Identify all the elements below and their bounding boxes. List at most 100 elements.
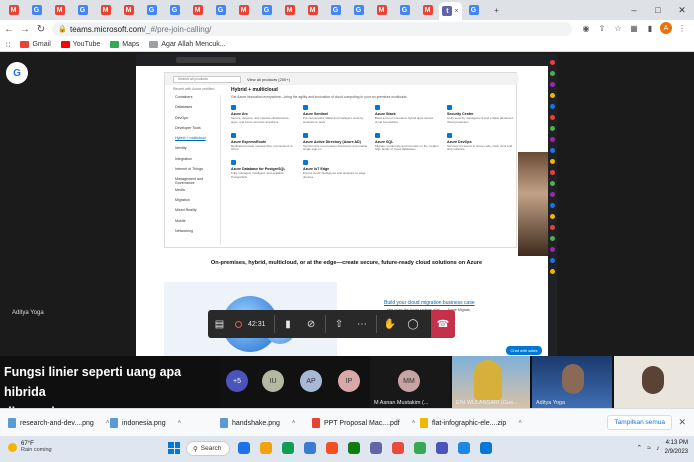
taskbar-app-icon[interactable]	[458, 442, 470, 454]
participant-avatar[interactable]: IP	[338, 370, 360, 392]
rail-app-icon[interactable]	[550, 170, 555, 175]
camera-icon[interactable]: ▮	[277, 310, 300, 338]
category-item[interactable]: Management and Governance	[171, 177, 220, 187]
participant-tile[interactable]: MM M Asnan Mustakim (...	[370, 356, 450, 408]
bookmark-item[interactable]: YouTube	[60, 41, 100, 48]
category-item[interactable]: Media	[171, 188, 220, 198]
browser-tab[interactable]: M	[48, 2, 71, 18]
browser-tab[interactable]: G	[209, 2, 232, 18]
show-all-downloads-button[interactable]: Tampilkan semua	[607, 415, 672, 430]
category-item[interactable]: Containers	[171, 95, 220, 105]
participant-tile[interactable]	[614, 356, 694, 408]
rail-app-icon[interactable]	[550, 269, 555, 274]
product-card[interactable]: Azure Sentinel Put cloud-native SIEM and …	[303, 105, 369, 125]
taskbar-app-icon[interactable]	[282, 442, 294, 454]
participant-avatar[interactable]: +5	[226, 370, 248, 392]
taskbar-app-icon[interactable]	[370, 442, 382, 454]
taskbar-app-icon[interactable]	[414, 442, 426, 454]
taskbar-app-icon[interactable]	[326, 442, 338, 454]
taskbar-app-icon[interactable]	[260, 442, 272, 454]
bookmark-star-icon[interactable]: ☆	[612, 24, 624, 33]
category-item[interactable]: DevOps	[171, 116, 220, 126]
rail-app-icon[interactable]	[550, 247, 555, 252]
browser-tab[interactable]: M	[186, 2, 209, 18]
category-item[interactable]: Mixed Reality	[171, 208, 220, 218]
participant-tile[interactable]: ENI WULANSARI (Gue...	[452, 356, 530, 408]
reload-icon[interactable]: ↻	[34, 22, 48, 36]
taskbar-app-icon[interactable]	[304, 442, 316, 454]
rail-app-icon[interactable]	[550, 181, 555, 186]
rail-app-icon[interactable]	[550, 258, 555, 263]
share-icon[interactable]: ⇧	[596, 24, 608, 33]
new-tab-icon[interactable]: +	[485, 2, 508, 18]
product-card[interactable]: Azure Stack Build and run innovative hybr…	[375, 105, 441, 125]
maximize-icon[interactable]: □	[646, 0, 670, 20]
weather-widget[interactable]: 67°F Rain coming	[8, 441, 52, 453]
rail-app-icon[interactable]	[550, 60, 555, 65]
bookmark-item[interactable]: Gmail	[20, 41, 51, 48]
browser-tab[interactable]: M	[278, 2, 301, 18]
browser-tab-active[interactable]: t ×	[439, 2, 462, 20]
category-item[interactable]: Databases	[171, 105, 220, 115]
category-item[interactable]: Identity	[171, 146, 220, 156]
chat-with-sales-button[interactable]: Chat with sales	[506, 346, 542, 355]
browser-tab[interactable]: M	[2, 2, 25, 18]
sidepanel-icon[interactable]: ▮	[644, 24, 656, 33]
category-item[interactable]: Integration	[171, 157, 220, 167]
product-card[interactable]: Azure Database for PostgreSQL Fully manag…	[231, 160, 297, 180]
rail-app-icon[interactable]	[550, 203, 555, 208]
chevron-up-icon[interactable]: ˄	[178, 420, 182, 426]
browser-tab[interactable]: M	[301, 2, 324, 18]
tab-close-icon[interactable]: ×	[454, 8, 458, 15]
view-all-link[interactable]: View all products (200+)	[247, 77, 290, 82]
rail-app-icon[interactable]	[550, 148, 555, 153]
rail-app-icon[interactable]	[550, 71, 555, 76]
close-shelf-icon[interactable]: ✕	[678, 417, 686, 428]
browser-tab[interactable]: G	[25, 2, 48, 18]
rail-app-icon[interactable]	[550, 236, 555, 241]
category-item[interactable]: Mobile	[171, 219, 220, 229]
product-card[interactable]: Azure Arc Secure, develop, and operate in…	[231, 105, 297, 125]
product-card[interactable]: Azure DevOps Services for teams to share …	[447, 132, 513, 153]
chevron-up-icon[interactable]: ˄	[518, 420, 522, 426]
browser-tab[interactable]: M	[232, 2, 255, 18]
participant-tile[interactable]: Aditya Yoga	[532, 356, 612, 408]
browser-tab[interactable]: G	[347, 2, 370, 18]
rail-app-icon[interactable]	[550, 126, 555, 131]
browser-tab[interactable]: M	[370, 2, 393, 18]
chat-icon[interactable]: ◯	[402, 310, 425, 338]
browser-tab[interactable]: M	[416, 2, 439, 18]
rail-app-icon[interactable]	[550, 82, 555, 87]
download-item[interactable]: flat-infographic-ele....zip ˄	[420, 417, 522, 429]
more-options-icon[interactable]: ⋯	[351, 310, 374, 338]
category-item[interactable]: Internet of Things	[171, 167, 220, 177]
taskbar-app-icon[interactable]	[238, 442, 250, 454]
product-card[interactable]: Azure Active Directory (Azure AD) Synchro…	[303, 132, 369, 153]
browser-tab[interactable]: G	[71, 2, 94, 18]
download-item[interactable]: research-and-dev....png ˄	[8, 417, 109, 429]
browser-tab[interactable]: G	[140, 2, 163, 18]
participant-avatar[interactable]: AP	[300, 370, 322, 392]
download-item[interactable]: PPT Proposal Mac....pdf ˄	[312, 417, 415, 429]
raise-hand-icon[interactable]: ✋	[379, 310, 402, 338]
apps-grid-icon[interactable]: ∷	[6, 41, 10, 49]
profile-avatar[interactable]: A	[660, 22, 672, 34]
rail-app-icon[interactable]	[550, 137, 555, 142]
taskbar-app-icon[interactable]	[348, 442, 360, 454]
product-card[interactable]: Azure ExpressRoute Dedicated private netw…	[231, 132, 297, 153]
rail-app-icon[interactable]	[550, 192, 555, 197]
category-item[interactable]: Migration	[171, 198, 220, 208]
chevron-up-icon[interactable]: ˄	[412, 420, 416, 426]
clock[interactable]: 4:13 PM 2/9/2023	[665, 439, 688, 457]
category-item[interactable]: Hybrid + multicloud	[171, 136, 220, 146]
browser-tab[interactable]: G	[393, 2, 416, 18]
camera-blocked-icon[interactable]: ◉	[580, 24, 592, 33]
category-item[interactable]: Developer Tools	[171, 126, 220, 136]
taskbar-app-icon[interactable]	[480, 442, 492, 454]
chevron-up-icon[interactable]: ˄	[106, 420, 110, 426]
translate-icon[interactable]: G	[6, 62, 28, 84]
wifi-icon[interactable]: ≈	[647, 445, 651, 452]
product-search-input[interactable]: Search all products	[173, 75, 241, 83]
product-card[interactable]: Azure IoT Edge Extend cloud intelligence …	[303, 160, 369, 180]
browser-tab[interactable]: M	[117, 2, 140, 18]
